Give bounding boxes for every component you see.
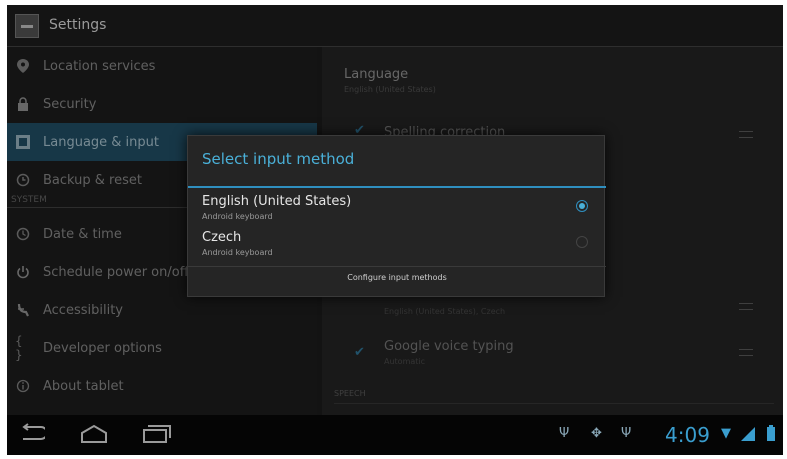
wifi-icon: ▼: [721, 426, 731, 441]
configure-input-methods-button[interactable]: Configure input methods: [188, 273, 606, 282]
option-name: English (United States): [202, 194, 352, 209]
usb-icon: Ψ: [621, 426, 632, 441]
clock[interactable]: 4:09: [665, 423, 710, 447]
radio-unselected-icon[interactable]: [576, 236, 588, 248]
back-icon[interactable]: [17, 423, 48, 445]
input-method-option-czech[interactable]: Czech Android keyboard: [188, 228, 606, 268]
action-bar: Settings: [7, 5, 783, 47]
tablet-screen: Settings Location services Security Lang…: [7, 5, 783, 455]
battery-icon: [767, 425, 775, 441]
home-icon[interactable]: [79, 423, 109, 445]
usb-icon: Ψ: [559, 426, 570, 441]
debug-icon: ✥: [591, 426, 602, 441]
dialog-footer-divider: [188, 266, 606, 267]
radio-selected-icon[interactable]: [576, 200, 588, 212]
signal-icon: [741, 427, 755, 445]
option-sub: Android keyboard: [202, 212, 273, 221]
select-input-method-dialog: Select input method English (United Stat…: [187, 135, 606, 297]
system-navigation-bar: Ψ ✥ Ψ 4:09 ▼: [7, 415, 783, 455]
dialog-title-divider: [188, 186, 606, 188]
settings-app-icon[interactable]: [15, 14, 39, 38]
option-name: Czech: [202, 230, 242, 245]
app-title: Settings: [49, 17, 107, 33]
option-sub: Android keyboard: [202, 248, 273, 257]
dialog-title: Select input method: [202, 150, 355, 168]
input-method-option-english[interactable]: English (United States) Android keyboard: [188, 192, 606, 232]
recent-apps-icon[interactable]: [141, 423, 171, 445]
